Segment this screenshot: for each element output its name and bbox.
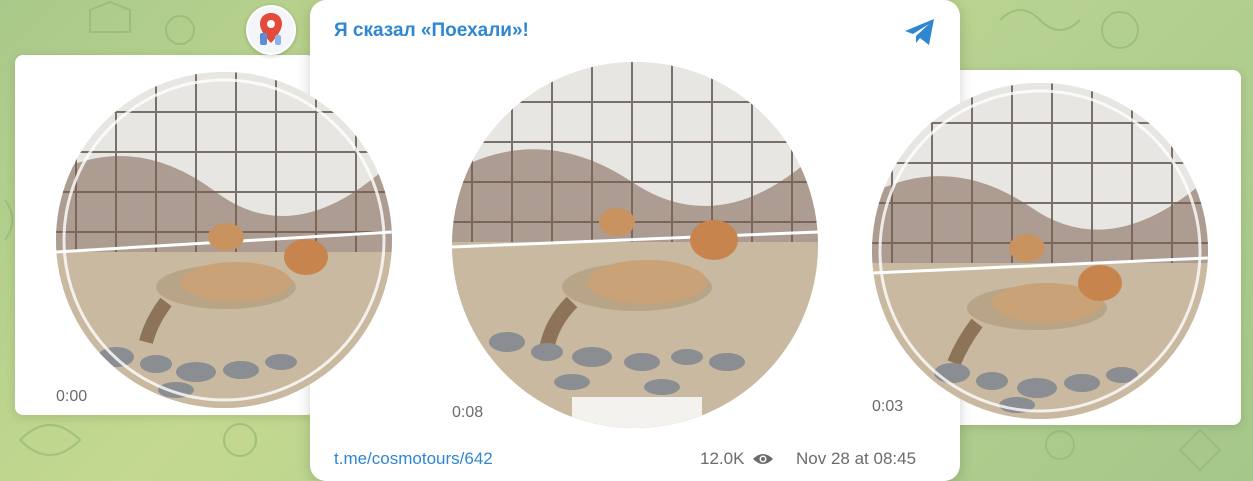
round-video-main[interactable] [452, 62, 818, 428]
fox-video-frame [872, 83, 1208, 419]
channel-avatar[interactable] [246, 5, 296, 55]
round-video-right[interactable] [872, 83, 1208, 419]
post-link[interactable]: t.me/cosmotours/642 [334, 449, 493, 469]
fox-video-frame [56, 72, 392, 408]
video-time-right: 0:03 [872, 398, 904, 415]
post-date: Nov 28 at 08:45 [796, 449, 917, 468]
channel-title[interactable]: Я сказал «Поехали»! [334, 20, 529, 42]
video-time-left: 0:00 [56, 388, 88, 405]
views-count: 12.0K [700, 449, 774, 469]
fox-video-frame [452, 62, 818, 428]
map-pin-avatar-icon [248, 7, 294, 53]
round-video-left[interactable] [56, 72, 392, 408]
views-value: 12.0K [700, 449, 745, 468]
telegram-icon[interactable] [902, 14, 938, 50]
video-time-main: 0:08 [452, 404, 484, 421]
eye-icon [753, 454, 774, 464]
